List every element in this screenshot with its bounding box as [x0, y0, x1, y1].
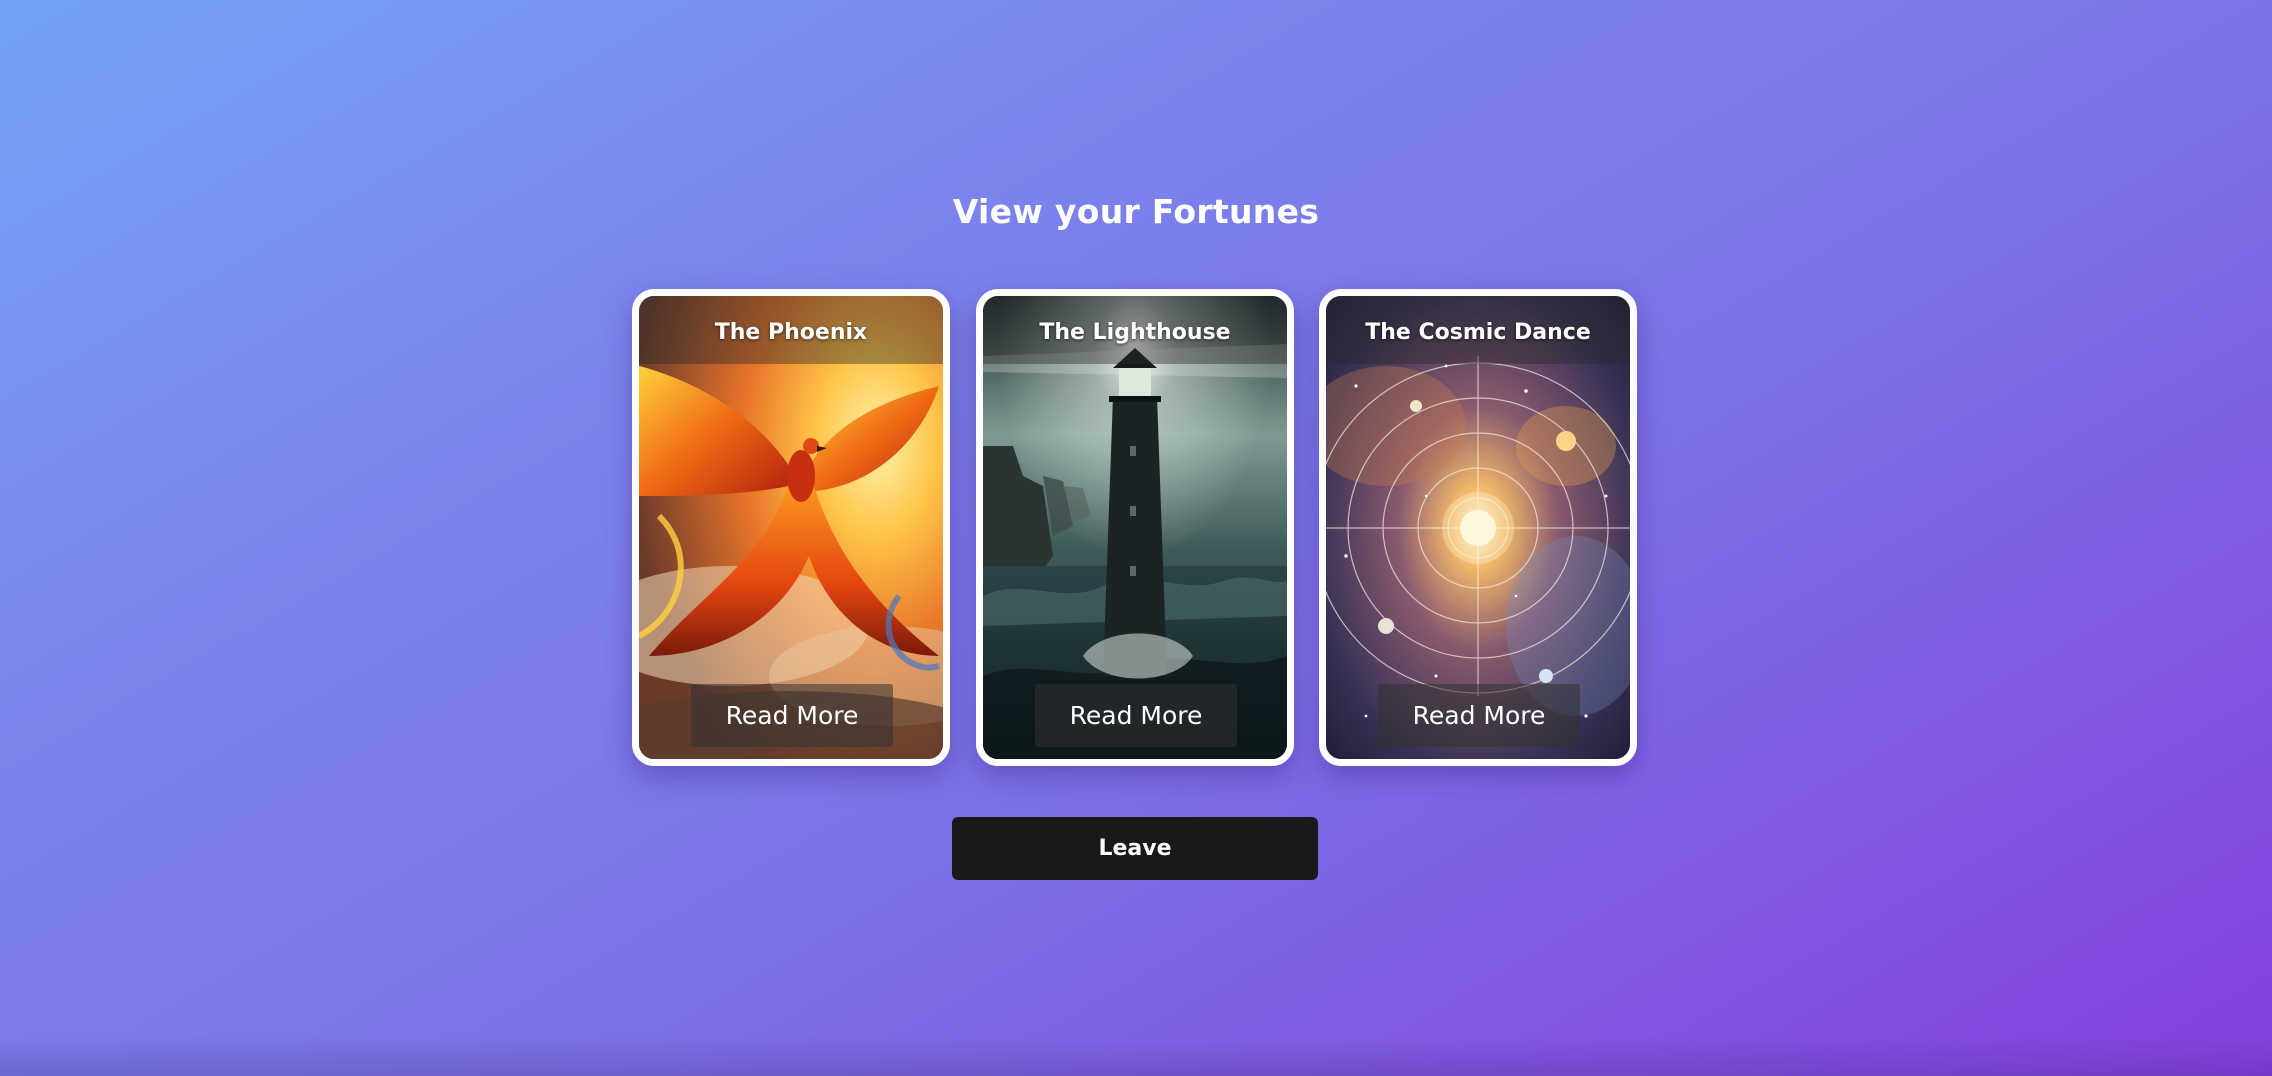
fortune-card-lighthouse[interactable]: The Lighthouse Read More [976, 289, 1294, 766]
card-title: The Phoenix [714, 320, 868, 345]
read-more-button[interactable]: Read More [1035, 684, 1237, 747]
leave-button[interactable]: Leave [952, 817, 1318, 880]
fortune-card-phoenix[interactable]: The Phoenix Read More [632, 289, 950, 766]
fortune-card-cosmic-dance[interactable]: The Cosmic Dance Read More [1319, 289, 1637, 766]
read-more-button[interactable]: Read More [691, 684, 893, 747]
bottom-edge-shadow [0, 1036, 2272, 1076]
card-title: The Cosmic Dance [1365, 320, 1591, 345]
read-more-button[interactable]: Read More [1378, 684, 1580, 747]
card-title: The Lighthouse [1039, 320, 1231, 345]
page-title: View your Fortunes [952, 192, 1320, 231]
